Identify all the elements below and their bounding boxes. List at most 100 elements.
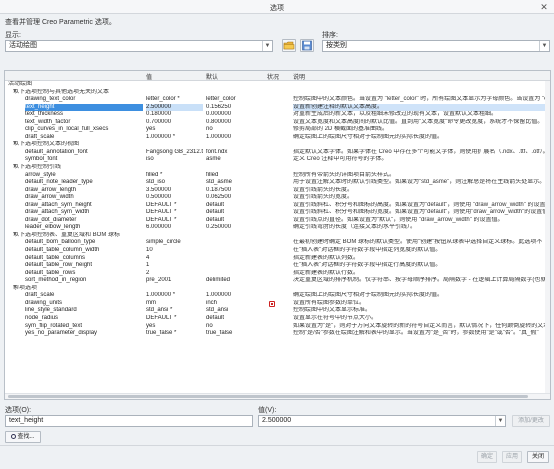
apply-button[interactable]: 应用	[502, 451, 522, 463]
table-row[interactable]: default_table_rows 2 指定新建表的默认行数。	[5, 270, 550, 278]
table-row[interactable]: text_thickness 0.180000 0.000000 对重新生成后的新文本…	[5, 111, 550, 119]
category-row[interactable]: 活动绘图	[5, 81, 550, 89]
chevron-down-icon: ▼	[539, 41, 549, 51]
category-row[interactable]: 以下选项控制文本的视图	[5, 141, 550, 149]
option-value: simple_circle	[146, 239, 181, 246]
option-description: 指定默认文本字体。如果字体在 Creo 中存在多个可能文字体，则使用扩展名（.n…	[293, 148, 549, 155]
expand-triangle-icon[interactable]	[13, 164, 17, 168]
table-row[interactable]: text_height 2.500000 0.156250 设置新创建注释的默认文本高…	[5, 103, 550, 112]
option-description: 设置新创建注释的默认文本高度。	[293, 103, 550, 112]
expand-triangle-icon[interactable]	[13, 284, 17, 288]
column-header-description[interactable]: 说明	[293, 72, 305, 81]
table-row[interactable]: yes_no_parameter_display true_false * true…	[5, 330, 550, 338]
table-row[interactable]: leader_elbow_length 6.000000 0.250000 确定引线弯…	[5, 224, 550, 232]
column-header-default[interactable]: 默认	[206, 72, 218, 81]
option-name-input[interactable]: text_height	[5, 415, 253, 427]
show-dropdown[interactable]: 活动绘图 ▼	[5, 40, 273, 52]
find-button[interactable]: 查找...	[5, 431, 41, 443]
horizontal-scroll-thumb[interactable]	[8, 395, 528, 398]
column-header-value[interactable]: 值	[146, 72, 152, 81]
table-row[interactable]: default_table_columns 4 指定新建表的默认列数。	[5, 255, 550, 263]
option-description: 修剪局部的 2D 横截面的基准曲线。	[293, 126, 389, 133]
category-header[interactable]: 以下选项控制表、重复区域和 BOM 球标	[13, 231, 313, 240]
table-row[interactable]: draw_dot_diameter DEFAULT * default 设置引线点的直…	[5, 217, 550, 225]
table-row[interactable]: line_style_standard std_ansi * std_ansi 控制绘…	[5, 307, 550, 315]
table-row[interactable]: draft_scale 1.000000 * 1.000000 确定绘图上的绘图尺寸相…	[5, 292, 550, 300]
option-value-value: 2.500000	[262, 417, 292, 424]
table-row[interactable]: sym_flip_rotated_text yes no 如果设置为"是"，则对于方向…	[5, 323, 550, 331]
option-value: DEFAULT *	[146, 201, 177, 208]
table-row[interactable]: draw_arrow_length 3.500000 0.187500 设置引线箭头的…	[5, 187, 550, 195]
show-dropdown-value: 活动绘图	[9, 42, 37, 49]
option-default: std_ansi	[206, 307, 229, 314]
table-row[interactable]: sort_method_in_region pre_2001 delimited 决定…	[5, 277, 550, 285]
category-header[interactable]: 以下选项控制与其他选项无关的文本	[13, 88, 313, 97]
option-name: default_bom_balloon_type	[25, 239, 96, 246]
option-value-input[interactable]: 2.500000 ▼	[258, 415, 506, 427]
save-icon	[302, 40, 312, 51]
option-name: text_thickness	[25, 111, 64, 118]
option-description: 设置引线斜杠、积分号和图标的高度。如果设置为"default"，则使用 "dra…	[293, 201, 551, 208]
expand-triangle-icon[interactable]	[13, 88, 17, 92]
category-header[interactable]: 杂项选项	[13, 284, 313, 293]
table-row[interactable]: clip_curves_in_local_full_xsecs yes no 修剪局部…	[5, 126, 550, 134]
table-row[interactable]: symbol_font iso asme 定义 Creo 注释中可用符号的字体。	[5, 156, 550, 164]
option-value: iso	[146, 156, 154, 163]
table-row[interactable]: default_bom_balloon_type simple_circle 在最初…	[5, 239, 550, 247]
category-header[interactable]: 以下选项控制文本的视图	[13, 141, 313, 149]
expand-triangle-icon[interactable]	[13, 231, 17, 235]
table-row[interactable]: draw_arrow_width 0.500000 0.062500 设置引线箭头的宽…	[5, 194, 550, 202]
option-default: letter_color	[206, 96, 236, 103]
category-row[interactable]: 以下选项控制引线	[5, 164, 550, 172]
expand-triangle-icon[interactable]	[13, 141, 17, 145]
open-folder-button[interactable]	[282, 39, 296, 52]
option-description: 定义 Creo 注释中可用符号的字体。	[293, 156, 388, 163]
save-config-button[interactable]	[300, 39, 314, 52]
option-value: std_ansi *	[146, 307, 173, 314]
column-header-status[interactable]: 状况	[267, 72, 279, 81]
table-row[interactable]: text_width_factor 0.700000 0.800000 设置文本宽度和…	[5, 119, 550, 127]
option-default: delimited	[206, 277, 231, 284]
ok-button[interactable]: 确定	[477, 451, 497, 463]
add-change-button[interactable]: 添加/更改	[512, 415, 550, 427]
table-row[interactable]: default_table_column_width 10 在"插入表"对话框的字符…	[5, 247, 550, 255]
table-row[interactable]: default_note_leader_type std_iso std_asme 用…	[5, 179, 550, 187]
category-label: 以下选项控制引线	[13, 164, 62, 171]
option-name: yes_no_parameter_display	[25, 330, 98, 337]
option-default: true_false	[206, 330, 233, 337]
table-row[interactable]: default_table_row_height 1 在"插入表"对话框的字符数字段…	[5, 262, 550, 270]
table-row[interactable]: node_radius DEFAULT * default 设置显示在符号中的节点大小…	[5, 315, 550, 323]
table-row[interactable]: drawing_units mm inch 设置所有绘图参数的单位。	[5, 300, 550, 308]
option-default: asme	[206, 156, 221, 163]
close-icon[interactable]: ✕	[538, 1, 550, 13]
table-row[interactable]: draw_attach_sym_width DEFAULT * default 设置引…	[5, 209, 550, 217]
sort-dropdown[interactable]: 按类别 ▼	[322, 40, 550, 52]
option-name: sort_method_in_region	[25, 277, 87, 284]
table-row[interactable]: draw_attach_sym_height DEFAULT * default 设置…	[5, 202, 550, 210]
options-table[interactable]: 值 默认 状况 说明 活动绘图 以下选项控制与其他选项无关的文本 drawing_t…	[4, 70, 551, 400]
close-button[interactable]: 关闭	[527, 451, 549, 463]
option-default: 1.000000	[206, 292, 232, 299]
table-header: 值 默认 状况 说明	[5, 71, 550, 81]
option-default: font.ndx	[206, 148, 228, 155]
chevron-down-icon: ▼	[495, 416, 505, 426]
option-description: 确定绘图上的绘图尺寸相对于绘制图元的实际长度的值。	[293, 133, 444, 140]
footer-divider	[0, 445, 554, 446]
category-row[interactable]: 以下选项控制与其他选项无关的文本	[5, 88, 550, 97]
category-header[interactable]: 以下选项控制引线	[13, 164, 313, 172]
table-row[interactable]: arrow_style filled * filled 控制所有带箭头的详图项目箭头样…	[5, 172, 550, 180]
dialog-description: 查看并管理 Creo Parametric 选项。	[5, 19, 116, 26]
option-default: std_asme	[206, 179, 233, 186]
folder-icon	[283, 41, 295, 50]
horizontal-scrollbar[interactable]	[5, 393, 550, 399]
option-description: 在"插入表"对话框的字符数字段中指定列宽度的默认值。	[293, 247, 442, 254]
category-row[interactable]: 以下选项控制表、重复区域和 BOM 球标	[5, 231, 550, 240]
category-row[interactable]: 杂项选项	[5, 284, 550, 293]
group-header[interactable]: 活动绘图	[8, 81, 308, 89]
option-name: default_table_column_width	[25, 247, 100, 254]
table-row[interactable]: default_annotation_font Fangsong GB_2312.…	[5, 149, 550, 157]
warning-status-icon	[269, 300, 275, 307]
vertical-scrollbar[interactable]	[545, 81, 550, 394]
table-row[interactable]: drawing_text_color letter_color * letter_c…	[5, 96, 550, 104]
table-row[interactable]: draft_scale 1.000000 * 1.000000 确定绘图上的绘图尺寸相…	[5, 134, 550, 142]
